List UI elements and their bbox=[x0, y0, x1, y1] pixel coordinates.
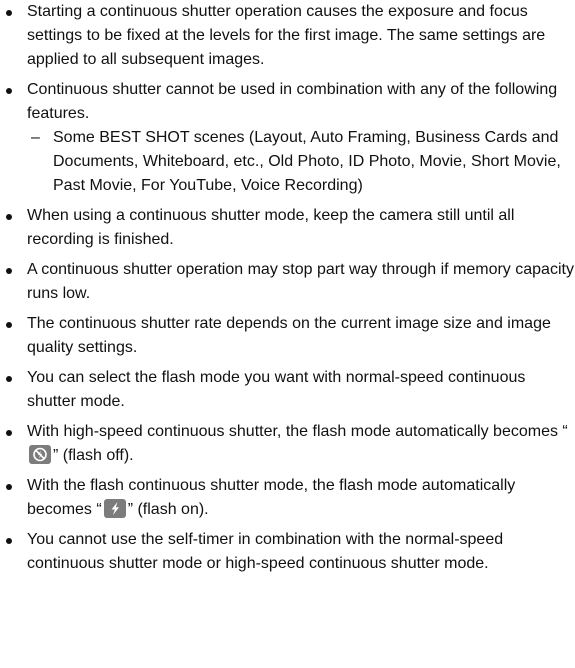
sub-list: – Some BEST SHOT scenes (Layout, Auto Fr… bbox=[27, 126, 575, 198]
note-item: With the flash continuous shutter mode, … bbox=[0, 474, 575, 522]
note-item: The continuous shutter rate depends on t… bbox=[0, 312, 575, 360]
note-text-before: With the flash continuous shutter mode, … bbox=[27, 477, 516, 518]
note-text: You cannot use the self-timer in combina… bbox=[27, 531, 504, 572]
note-item: You can select the flash mode you want w… bbox=[0, 366, 575, 414]
note-item: With high-speed continuous shutter, the … bbox=[0, 420, 575, 468]
note-text-after: ” (flash off). bbox=[53, 447, 134, 464]
note-item: Continuous shutter cannot be used in com… bbox=[0, 78, 575, 198]
flash-on-icon bbox=[103, 499, 126, 518]
note-text: The continuous shutter rate depends on t… bbox=[27, 315, 551, 356]
note-text-before: With high-speed continuous shutter, the … bbox=[27, 423, 568, 440]
notes-list: Starting a continuous shutter operation … bbox=[0, 0, 575, 576]
note-text: When using a continuous shutter mode, ke… bbox=[27, 207, 515, 248]
sub-item: – Some BEST SHOT scenes (Layout, Auto Fr… bbox=[27, 126, 575, 198]
note-text: A continuous shutter operation may stop … bbox=[27, 261, 574, 302]
flash-off-icon bbox=[29, 445, 51, 464]
note-item: You cannot use the self-timer in combina… bbox=[0, 528, 575, 576]
note-text: Continuous shutter cannot be used in com… bbox=[27, 81, 558, 122]
manual-page: Starting a continuous shutter operation … bbox=[0, 0, 575, 582]
sub-item-text: Some BEST SHOT scenes (Layout, Auto Fram… bbox=[53, 129, 561, 194]
dash-marker: – bbox=[31, 129, 40, 146]
note-item: When using a continuous shutter mode, ke… bbox=[0, 204, 575, 252]
note-text: You can select the flash mode you want w… bbox=[27, 369, 526, 410]
note-text: Starting a continuous shutter operation … bbox=[27, 3, 546, 68]
note-text-after: ” (flash on). bbox=[127, 501, 209, 518]
note-item: A continuous shutter operation may stop … bbox=[0, 258, 575, 306]
note-item: Starting a continuous shutter operation … bbox=[0, 0, 575, 72]
